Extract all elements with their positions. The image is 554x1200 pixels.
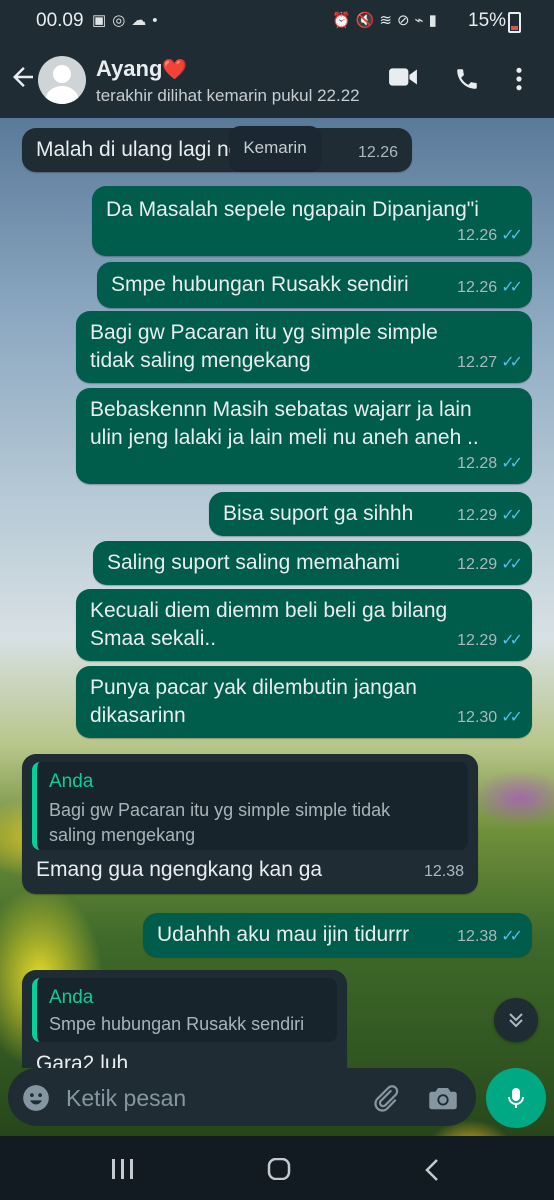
message-bubble-incoming-reply[interactable]: Anda Bagi gw Pacaran itu yg simple simpl… <box>22 754 478 894</box>
status-time: 00.09 <box>36 10 84 31</box>
message-bubble-outgoing[interactable]: Da Masalah sepele ngapain Dipanjang"i 12… <box>92 186 532 256</box>
message-time: 12.26 <box>457 279 498 296</box>
contact-name[interactable]: Ayang❤️ <box>96 56 187 82</box>
message-bubble-outgoing[interactable]: Bebaskennn Masih sebatas wajarr ja lain … <box>76 388 532 484</box>
read-receipt-icon: ✓✓ <box>501 227 523 244</box>
contact-avatar[interactable] <box>38 56 86 104</box>
chevron-double-down-icon <box>509 1013 523 1028</box>
date-chip: Kemarin <box>230 126 320 170</box>
quote-text: Smpe hubungan Rusakk sendiri <box>49 1014 305 1034</box>
home-icon[interactable] <box>266 1158 292 1180</box>
battery-percent: 15% <box>468 10 507 31</box>
status-right-icons: ⏰🔇≋⊘⌁▮ <box>332 11 442 29</box>
message-time: 12.38 <box>423 863 464 880</box>
camera-icon[interactable] <box>428 1085 458 1111</box>
system-navigation-bar <box>0 1136 554 1200</box>
sync-icon: ◎ <box>112 12 132 29</box>
chat-header: Ayang❤️ terakhir dilihat kemarin pukul 2… <box>0 42 554 118</box>
message-time: 12.26 <box>357 144 398 161</box>
image-icon: ▣ <box>92 12 113 29</box>
more-options-icon[interactable] <box>515 66 523 92</box>
signal-icon: ▮ <box>428 12 442 29</box>
quote-author: Anda <box>49 771 94 792</box>
quoted-message[interactable]: Anda Bagi gw Pacaran itu yg simple simpl… <box>32 762 468 850</box>
message-text: Punya pacar yak dilembutin jangan dikasa… <box>90 676 417 727</box>
message-bubble-outgoing[interactable]: Saling suport saling memahami 12.29 ✓✓ <box>93 541 532 585</box>
message-bubble-outgoing[interactable]: Bagi gw Pacaran itu yg simple simple tid… <box>76 311 532 383</box>
message-text: Kecuali diem diemm beli beli ga bilang S… <box>90 599 448 650</box>
message-bubble-outgoing[interactable]: Bisa suport ga sihhh 12.29 ✓✓ <box>209 492 532 536</box>
message-text: Udahhh aku mau ijin tidurrr <box>157 923 410 946</box>
attachment-icon[interactable] <box>370 1083 400 1113</box>
message-text: Smpe hubungan Rusakk sendiri <box>111 273 409 296</box>
video-call-icon[interactable] <box>388 66 418 88</box>
message-bubble-incoming[interactable]: Malah di ulang lagi ngagigi 12.26 <box>22 128 412 172</box>
message-time: 12.28 <box>457 455 498 472</box>
message-list[interactable]: Kemarin Malah di ulang lagi ngagigi 12.2… <box>0 118 554 1068</box>
status-bar: 00.09 ▣◎☁• ⏰🔇≋⊘⌁▮ 15% <box>0 0 554 42</box>
message-time: 12.26 <box>457 227 498 244</box>
mute-icon: 🔇 <box>355 12 380 29</box>
status-left-icons: ▣◎☁• <box>92 11 164 29</box>
quoted-message[interactable]: Anda Smpe hubungan Rusakk sendiri <box>32 978 337 1042</box>
microphone-icon <box>508 1088 524 1108</box>
message-time: 12.29 <box>457 632 498 649</box>
quote-text: Bagi gw Pacaran itu yg simple simple tid… <box>49 800 391 845</box>
read-receipt-icon: ✓✓ <box>501 455 523 472</box>
message-time: 12.29 <box>457 507 498 524</box>
read-receipt-icon: ✓✓ <box>501 507 523 524</box>
message-bubble-outgoing[interactable]: Smpe hubungan Rusakk sendiri 12.26 ✓✓ <box>97 262 532 308</box>
read-receipt-icon: ✓✓ <box>501 928 523 945</box>
message-bubble-outgoing[interactable]: Kecuali diem diemm beli beli ga bilang S… <box>76 589 532 661</box>
message-bubble-outgoing[interactable]: Punya pacar yak dilembutin jangan dikasa… <box>76 666 532 738</box>
scroll-to-bottom-button[interactable] <box>494 998 538 1042</box>
message-time: 12.29 <box>457 556 498 573</box>
message-bubble-incoming-reply[interactable]: Anda Smpe hubungan Rusakk sendiri Gara2 … <box>22 970 347 1068</box>
last-seen-status: terakhir dilihat kemarin pukul 22.22 <box>96 86 360 105</box>
message-time: 12.30 <box>457 709 498 726</box>
message-bubble-outgoing[interactable]: Udahhh aku mau ijin tidurrr 12.38 ✓✓ <box>143 913 532 957</box>
read-receipt-icon: ✓✓ <box>501 709 523 726</box>
emoji-icon[interactable] <box>22 1084 50 1112</box>
system-back-icon[interactable] <box>424 1158 440 1182</box>
message-time: 12.38 <box>457 928 498 945</box>
cloud-icon: ☁ <box>131 12 153 29</box>
message-text: Bebaskennn Masih sebatas wajarr ja lain … <box>90 398 479 449</box>
read-receipt-icon: ✓✓ <box>501 279 523 296</box>
contact-name-text: Ayang <box>96 56 163 81</box>
message-text: Saling suport saling memahami <box>107 551 400 574</box>
recent-apps-icon[interactable] <box>110 1158 136 1180</box>
battery-icon <box>508 12 521 33</box>
message-text: Bisa suport ga sihhh <box>223 502 414 525</box>
message-composer <box>8 1068 476 1126</box>
message-text: Bagi gw Pacaran itu yg simple simple tid… <box>90 321 438 372</box>
message-time: 12.27 <box>457 354 498 371</box>
message-input[interactable] <box>64 1078 368 1118</box>
voice-call-icon[interactable] <box>454 66 480 92</box>
read-receipt-icon: ✓✓ <box>501 354 523 371</box>
voice-message-button[interactable] <box>486 1068 546 1128</box>
quote-author: Anda <box>49 987 94 1008</box>
back-arrow-icon[interactable] <box>8 62 38 92</box>
message-text: Da Masalah sepele ngapain Dipanjang"i <box>106 198 479 221</box>
wifi-icon: ≋ <box>379 12 397 29</box>
dnd-icon: ⊘ <box>396 12 415 29</box>
read-receipt-icon: ✓✓ <box>501 556 523 573</box>
dot-icon: • <box>152 12 164 29</box>
message-text: Emang gua ngengkang kan ga <box>36 858 323 881</box>
volte-icon: ⌁ <box>414 12 429 29</box>
read-receipt-icon: ✓✓ <box>501 632 523 649</box>
alarm-icon: ⏰ <box>332 12 356 29</box>
heart-emoji: ❤️ <box>162 59 188 81</box>
message-text: Gara2 luh <box>36 1052 129 1068</box>
